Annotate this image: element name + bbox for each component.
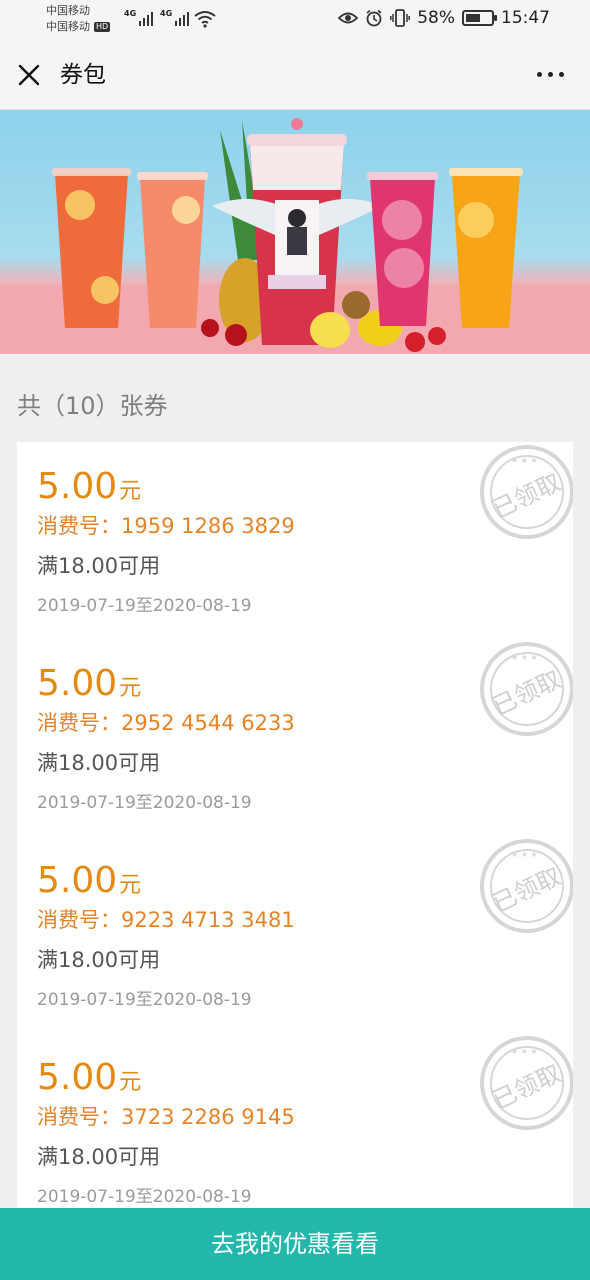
coupon-validity: 2019-07-19至2020-08-19 [37, 793, 252, 813]
carrier-2: 中国移动 [46, 20, 90, 33]
close-icon[interactable] [14, 60, 44, 90]
banner-drinks-image [0, 118, 590, 354]
coupon-condition: 满18.00可用 [37, 751, 161, 775]
coupon-card[interactable]: 5.00元 消费号：2952 4544 6233 满18.00可用 2019-0… [17, 639, 573, 836]
battery-percent: 58% [417, 8, 455, 28]
coupon-amount-unit: 元 [119, 676, 142, 701]
view-my-offers-button[interactable]: 去我的优惠看看 [0, 1208, 590, 1280]
coupon-amount-value: 5.00 [37, 663, 118, 704]
coupon-serial-number: 1959 1286 3829 [121, 514, 295, 538]
carrier-1: 中国移动 [46, 4, 90, 17]
coupon-serial-label: 消费号： [37, 1105, 121, 1129]
coupon-amount-value: 5.00 [37, 1057, 118, 1098]
coupon-validity: 2019-07-19至2020-08-19 [37, 1187, 252, 1207]
coupon-amount: 5.00元 [37, 661, 141, 713]
svg-text:★ ★ ★: ★ ★ ★ [511, 850, 538, 859]
page-title: 券包 [60, 62, 106, 88]
coupon-amount-unit: 元 [119, 873, 142, 898]
coupon-serial-number: 2952 4544 6233 [121, 711, 295, 735]
coupon-serial: 消费号：9223 4713 3481 [37, 906, 295, 934]
coupon-serial-label: 消费号： [37, 711, 121, 735]
hd-badge: HD [94, 22, 111, 32]
coupon-amount-value: 5.00 [37, 860, 118, 901]
coupon-serial-number: 3723 2286 9145 [121, 1105, 295, 1129]
coupon-condition: 满18.00可用 [37, 1145, 161, 1169]
coupon-validity: 2019-07-19至2020-08-19 [37, 990, 252, 1010]
claimed-stamp-icon: ★ ★ ★ 已领取 [480, 839, 573, 933]
coupon-serial: 消费号：2952 4544 6233 [37, 709, 295, 737]
status-right: 58% 15:47 [338, 8, 550, 28]
coupon-condition: 满18.00可用 [37, 554, 161, 578]
claimed-stamp-icon: ★ ★ ★ 已领取 [480, 642, 573, 736]
more-options-icon[interactable] [537, 72, 564, 77]
status-bar: 中国移动 中国移动 HD 4G 4G 58% 15:47 [0, 0, 590, 40]
coupon-condition: 满18.00可用 [37, 948, 161, 972]
coupon-amount-unit: 元 [119, 1070, 142, 1095]
eye-icon [338, 12, 359, 24]
coupon-serial: 消费号：1959 1286 3829 [37, 512, 295, 540]
coupon-amount-unit: 元 [119, 479, 142, 504]
signal-icon: 4G [124, 9, 154, 26]
battery-level [466, 14, 480, 22]
coupon-serial: 消费号：3723 2286 9145 [37, 1103, 295, 1131]
battery-icon [462, 10, 497, 26]
alarm-icon [366, 9, 382, 27]
coupon-count-label: 共（10）张券 [17, 392, 168, 420]
coupon-amount: 5.00元 [37, 1055, 141, 1107]
claimed-stamp-icon: ★ ★ ★ 已领取 [480, 1036, 573, 1130]
nav-bar: 券包 [0, 40, 590, 110]
svg-text:★ ★ ★: ★ ★ ★ [511, 653, 538, 662]
coupon-list: 5.00元 消费号：1959 1286 3829 满18.00可用 2019-0… [17, 442, 573, 1208]
svg-text:★ ★ ★: ★ ★ ★ [511, 1047, 538, 1056]
wifi-icon [194, 11, 216, 28]
coupon-serial-number: 9223 4713 3481 [121, 908, 295, 932]
claimed-stamp-icon: ★ ★ ★ 已领取 [480, 445, 573, 539]
network-type-2: 4G [160, 9, 173, 18]
coupon-validity: 2019-07-19至2020-08-19 [37, 596, 252, 616]
coupon-card[interactable]: 5.00元 消费号：9223 4713 3481 满18.00可用 2019-0… [17, 836, 573, 1033]
network-type-1: 4G [124, 9, 137, 18]
coupon-amount: 5.00元 [37, 464, 141, 516]
coupon-amount: 5.00元 [37, 858, 141, 910]
clock: 15:47 [501, 8, 550, 28]
coupon-card[interactable]: 5.00元 消费号：3723 2286 9145 满18.00可用 2019-0… [17, 1033, 573, 1208]
vibrate-icon [390, 9, 411, 27]
coupon-amount-value: 5.00 [37, 466, 118, 507]
coupon-card[interactable]: 5.00元 消费号：1959 1286 3829 满18.00可用 2019-0… [17, 442, 573, 639]
promo-banner [0, 110, 590, 354]
coupon-serial-label: 消费号： [37, 514, 121, 538]
coupon-serial-label: 消费号： [37, 908, 121, 932]
svg-text:★ ★ ★: ★ ★ ★ [511, 456, 538, 465]
signal-icon: 4G [160, 9, 190, 26]
carrier-info: 中国移动 中国移动 HD [46, 3, 111, 35]
